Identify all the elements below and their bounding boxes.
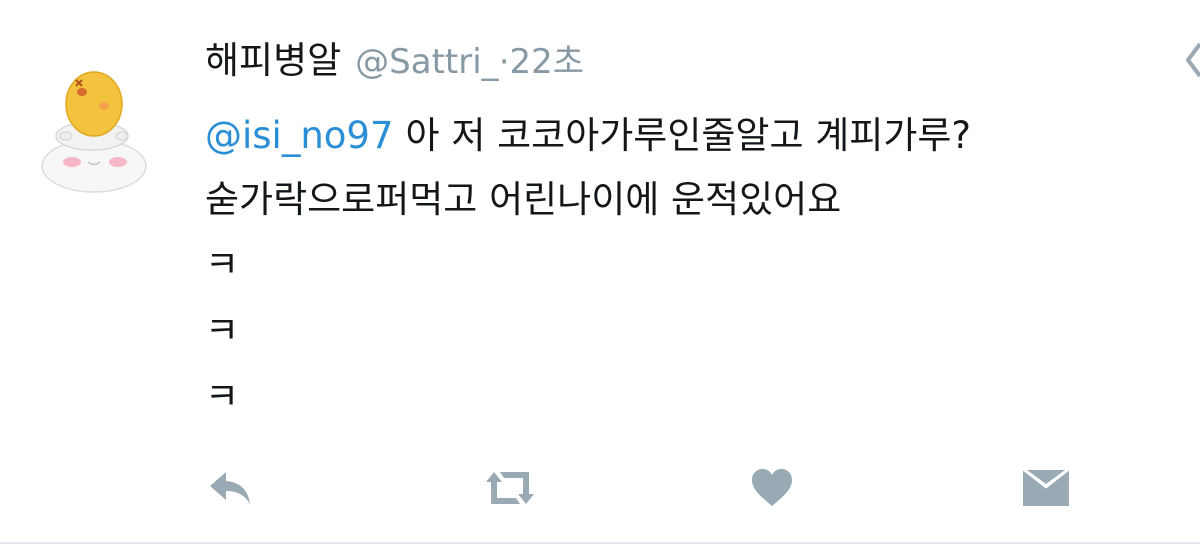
retweet-button[interactable] <box>482 460 538 516</box>
retweet-icon <box>486 472 534 504</box>
envelope-icon <box>1022 469 1070 506</box>
tweet-text-part-1: 아 저 코코아가루인줄알고 계피가루? <box>405 114 972 157</box>
tweet-text-line-2: 숟가락으로퍼먹고 어린나이에 운적있어요 <box>205 168 1185 232</box>
laugh-line-2: ㅋ <box>205 309 240 352</box>
tweet-header: 해피병알 @Sattri_ · 22초 <box>205 30 584 84</box>
laugh-line-1: ㅋ <box>205 243 240 286</box>
mention-link[interactable]: @isi_no97 <box>205 114 394 157</box>
display-name[interactable]: 해피병알 <box>205 30 341 84</box>
avatar[interactable] <box>22 58 162 198</box>
action-bar <box>0 460 1200 516</box>
tweet-text: @isi_no97 아 저 코코아가루인줄알고 계피가루? 숟가락으로퍼먹고 어린… <box>205 104 1185 232</box>
meta-separator: · <box>498 42 510 82</box>
handle[interactable]: @Sattri_ <box>355 42 499 82</box>
tweet-text-line-1: @isi_no97 아 저 코코아가루인줄알고 계피가루? <box>205 104 1185 168</box>
tweet-divider <box>0 542 1200 544</box>
reply-button[interactable] <box>202 460 258 516</box>
tweet-text-part-2: 숟가락으로퍼먹고 어린나이에 운적있어요 <box>205 178 842 221</box>
reply-icon <box>210 472 250 504</box>
laugh-line-3: ㅋ <box>205 375 240 418</box>
timestamp[interactable]: 22초 <box>510 34 585 83</box>
tweet: 해피병알 @Sattri_ · 22초 @isi_no97 아 저 코코아가루인줄… <box>0 0 1200 560</box>
chevron-down-icon[interactable] <box>1178 40 1200 80</box>
direct-message-button[interactable] <box>1018 460 1074 516</box>
avatar-image <box>41 71 147 193</box>
heart-icon <box>752 469 792 506</box>
like-button[interactable] <box>744 460 800 516</box>
